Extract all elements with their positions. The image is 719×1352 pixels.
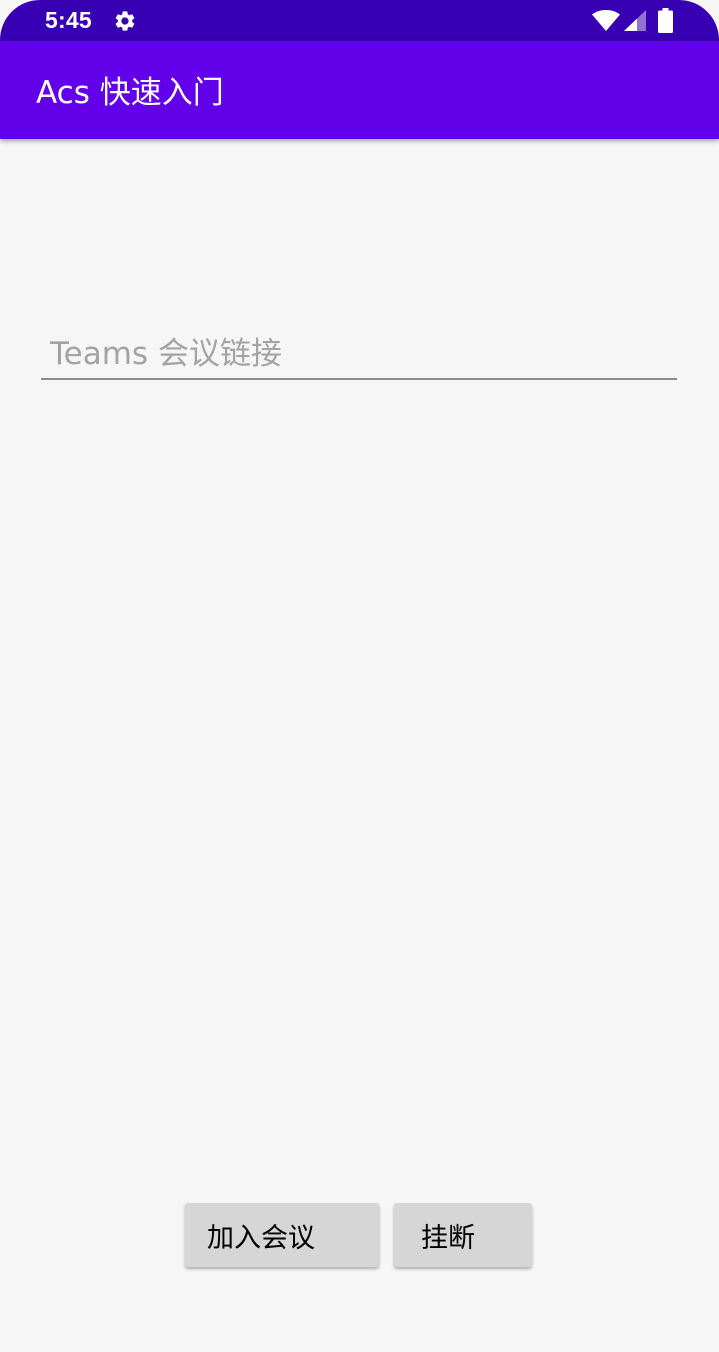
wifi-icon [592, 10, 620, 31]
status-time: 5:45 [45, 7, 92, 33]
meeting-link-input[interactable] [41, 330, 677, 380]
hang-up-button[interactable]: 挂断 [394, 1203, 532, 1267]
app-bar: Acs 快速入门 [0, 41, 719, 139]
join-meeting-button[interactable]: 加入会议 [185, 1203, 379, 1267]
gear-icon [115, 11, 135, 31]
battery-icon [658, 8, 673, 33]
status-bar: 5:45 [0, 0, 719, 41]
cell-signal-icon [624, 10, 646, 31]
app-title: Acs 快速入门 [36, 75, 224, 111]
